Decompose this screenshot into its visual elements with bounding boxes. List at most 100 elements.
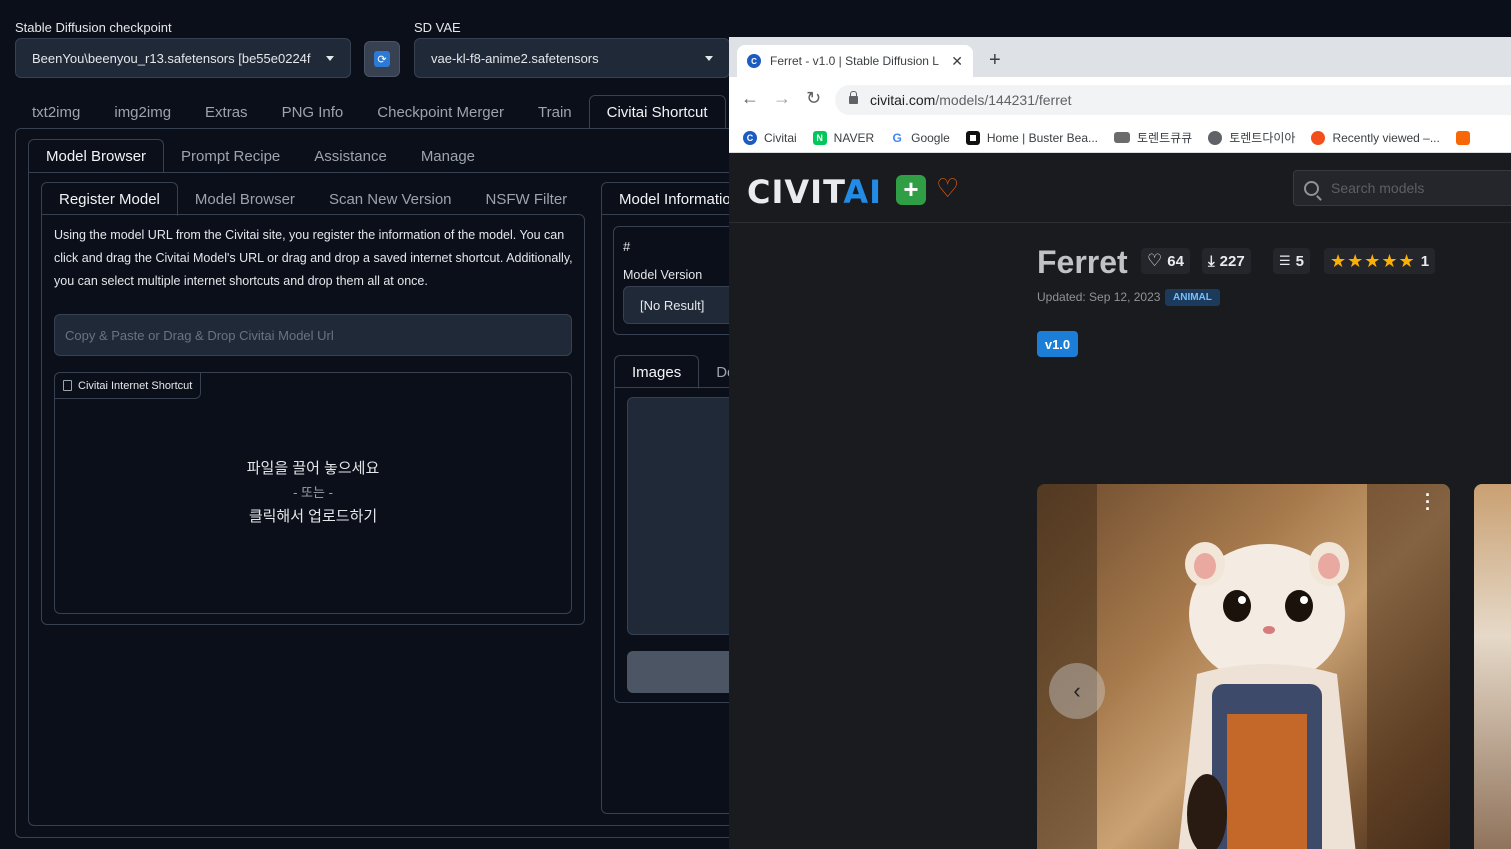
drop-or: - 또는 - — [293, 485, 333, 500]
naver-icon: N — [812, 130, 827, 145]
bookmark-label: Google — [911, 130, 950, 145]
bookmark-label: 토렌트다이아 — [1229, 131, 1296, 145]
comments-icon: ☰ — [1279, 253, 1291, 268]
model-url-input[interactable]: Copy & Paste or Drag & Drop Civitai Mode… — [54, 314, 572, 356]
ferret-illustration — [1037, 484, 1450, 849]
bookmark-naver[interactable]: N NAVER — [812, 130, 875, 145]
gallery-action-button[interactable] — [627, 651, 737, 693]
bookmark-label: Recently viewed –... — [1332, 130, 1440, 145]
url-domain: civitai.com — [870, 92, 936, 108]
bookmark-torrent-dia[interactable]: 토렌트다이아 — [1208, 129, 1295, 146]
updated-date: Updated: Sep 12, 2023 — [1037, 290, 1161, 304]
tab-register-model[interactable]: Register Model — [41, 182, 178, 216]
tab-extras[interactable]: Extras — [188, 95, 265, 129]
tab-checkpoint-merger[interactable]: Checkpoint Merger — [360, 95, 521, 129]
inner-tabs: Register Model Model Browser Scan New Ve… — [41, 182, 584, 216]
comments-stat[interactable]: ☰ 5 — [1273, 248, 1310, 274]
downloads-count: 227 — [1219, 252, 1245, 270]
new-tab-icon[interactable]: + — [989, 49, 1001, 72]
tab-prompt-recipe[interactable]: Prompt Recipe — [164, 139, 297, 173]
civitai-favicon-icon: C — [747, 54, 761, 68]
rating-count: 1 — [1420, 252, 1430, 270]
file-label-text: Civitai Internet Shortcut — [78, 379, 193, 392]
category-badge[interactable]: ANIMAL — [1165, 289, 1220, 306]
chevron-down-icon — [326, 55, 334, 61]
model-version-dropdown[interactable]: [No Result] — [623, 286, 738, 324]
logo-ai: AI — [843, 173, 883, 211]
search-placeholder: Search models — [1331, 180, 1425, 196]
tab-model-browser[interactable]: Model Browser — [28, 139, 165, 173]
bookmark-label: 토렌트큐큐 — [1137, 131, 1193, 145]
rating-stat[interactable]: ★★★★★ 1 — [1324, 248, 1436, 274]
main-tabs: txt2img img2img Extras PNG Info Checkpoi… — [15, 95, 726, 129]
tab-png-info[interactable]: PNG Info — [265, 95, 361, 129]
checkpoint-value: BeenYou\beenyou_r13.safetensors [be55e02… — [32, 50, 311, 66]
bookmark-extra-icon — [1455, 130, 1470, 145]
search-input[interactable]: Search models — [1293, 170, 1511, 206]
tab-model-information[interactable]: Model Informatio — [601, 182, 749, 216]
torrent-icon — [1114, 132, 1130, 143]
forward-icon[interactable]: → — [773, 88, 791, 109]
bookmark-torrent-qq[interactable]: 토렌트큐큐 — [1114, 129, 1192, 146]
image-menu-icon[interactable]: · · · — [1425, 486, 1431, 518]
close-tab-icon[interactable]: ✕ — [951, 53, 963, 70]
sub-tabs: Model Browser Prompt Recipe Assistance M… — [28, 139, 492, 173]
likes-stat[interactable]: ♡ 64 — [1141, 248, 1190, 274]
tab-scan-new-version[interactable]: Scan New Version — [312, 182, 469, 216]
chevron-left-icon: ‹ — [1073, 678, 1081, 703]
download-icon: ⤓ — [1208, 252, 1215, 270]
downloads-stat[interactable]: ⤓ 227 — [1202, 248, 1251, 274]
logo-main: CIVIT — [747, 173, 844, 211]
support-heart-icon[interactable]: ♡ — [936, 173, 959, 204]
vae-value: vae-kl-f8-anime2.safetensors — [431, 50, 599, 66]
civitai-header: CIVITAI + ♡ Search models — [729, 153, 1511, 223]
back-icon[interactable]: ← — [741, 88, 759, 109]
carousel-prev-button[interactable]: ‹ — [1049, 663, 1105, 719]
reload-icon[interactable]: ↻ — [806, 88, 821, 109]
address-bar[interactable]: civitai.com/models/144231/ferret — [835, 85, 1511, 115]
checkpoint-dropdown[interactable]: BeenYou\beenyou_r13.safetensors [be55e02… — [15, 38, 351, 78]
bookmark-label: NAVER — [833, 130, 875, 145]
version-button[interactable]: v1.0 — [1037, 331, 1078, 357]
tab-img2img[interactable]: img2img — [97, 95, 188, 129]
comments-count: 5 — [1295, 252, 1304, 270]
tab-txt2img[interactable]: txt2img — [15, 95, 97, 129]
drop-line-1: 파일을 끌어 놓으세요 — [246, 460, 380, 477]
preview-image[interactable] — [1037, 484, 1450, 849]
register-description: Using the model URL from the Civitai sit… — [54, 228, 573, 288]
refresh-icon: ⟳ — [374, 51, 390, 67]
likes-count: 64 — [1167, 252, 1184, 270]
tab-assistance[interactable]: Assistance — [297, 139, 404, 173]
bookmark-figma[interactable]: Recently viewed –... — [1311, 130, 1440, 145]
tab-civitai-shortcut[interactable]: Civitai Shortcut — [588, 95, 726, 129]
bookmark-google[interactable]: G Google — [890, 130, 950, 145]
civitai-logo[interactable]: CIVITAI — [747, 173, 882, 211]
bookmark-label: Civitai — [764, 130, 797, 145]
bookmark-civitai[interactable]: C Civitai — [743, 130, 797, 145]
browser-tab-title: Ferret - v1.0 | Stable Diffusion L — [770, 54, 939, 68]
tab-train[interactable]: Train — [521, 95, 589, 129]
refresh-button[interactable]: ⟳ — [364, 41, 400, 77]
google-icon: G — [890, 130, 905, 145]
tab-nsfw-filter[interactable]: NSFW Filter — [469, 182, 585, 216]
tab-manage[interactable]: Manage — [404, 139, 492, 173]
bookmark-buster[interactable]: Home | Buster Bea... — [965, 130, 1098, 145]
model-hash: # — [623, 239, 631, 254]
bookmark-overflow[interactable] — [1455, 130, 1470, 145]
vae-dropdown[interactable]: vae-kl-f8-anime2.safetensors — [414, 38, 730, 78]
browser-tab[interactable]: C Ferret - v1.0 | Stable Diffusion L ✕ — [737, 45, 973, 77]
drop-line-2: 클릭해서 업로드하기 — [248, 508, 378, 525]
tab-inner-model-browser[interactable]: Model Browser — [178, 182, 312, 216]
next-preview-image[interactable] — [1474, 484, 1511, 849]
tab-images[interactable]: Images — [614, 355, 700, 389]
file-label: Civitai Internet Shortcut — [55, 373, 202, 399]
model-version-value: [No Result] — [640, 297, 705, 313]
create-plus-icon[interactable]: + — [896, 175, 926, 205]
url-path: /models/144231/ferret — [935, 92, 1072, 108]
model-title: Ferret — [1037, 244, 1128, 280]
image-gallery[interactable] — [627, 397, 737, 635]
globe-icon — [1208, 130, 1223, 145]
lock-icon — [849, 91, 858, 104]
bookmark-label: Home | Buster Bea... — [986, 130, 1098, 145]
drop-instructions: 파일을 끌어 놓으세요 - 또는 - 클릭해서 업로드하기 — [54, 457, 572, 529]
